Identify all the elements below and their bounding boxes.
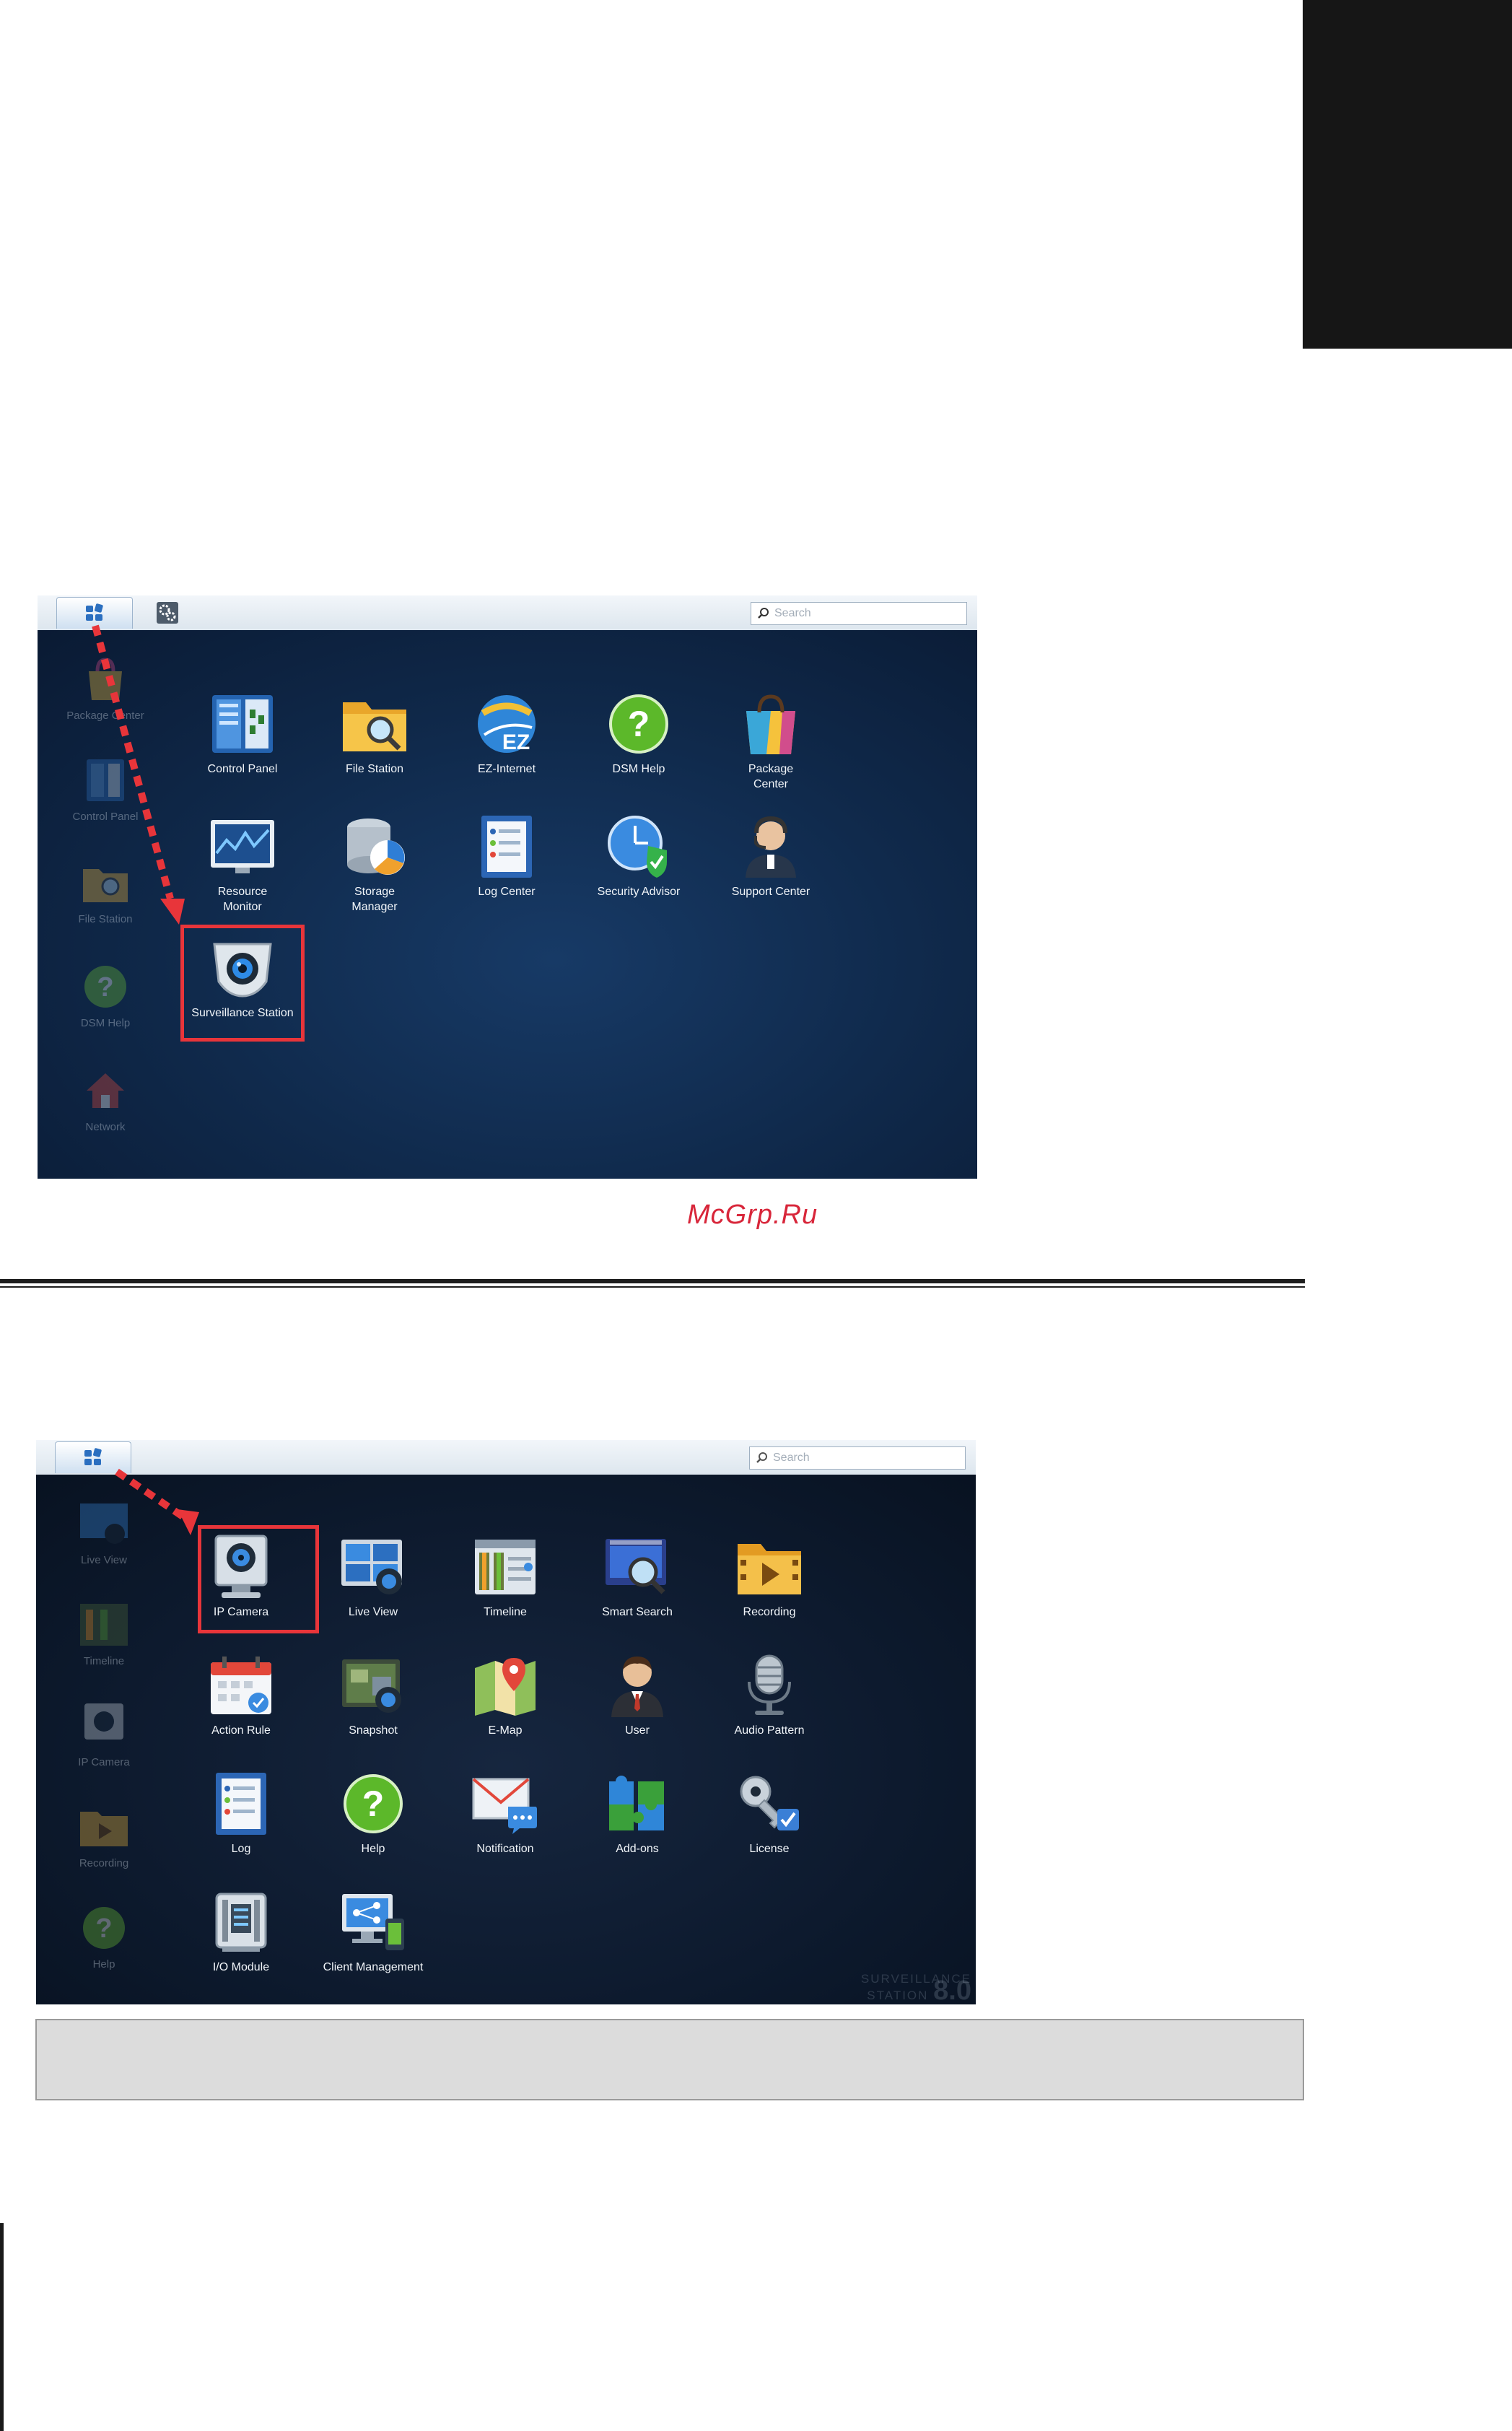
left-margin-rule	[0, 2223, 4, 2431]
section-divider-thin	[0, 1286, 1305, 1288]
surveillance-station-menu-screenshot: Search Live View Timeline IP Camera Reco…	[36, 1440, 976, 2004]
chapter-tab	[1303, 0, 1512, 349]
note-box	[35, 2019, 1304, 2100]
watermark: McGrp.Ru	[687, 1200, 818, 1230]
section-divider-thick	[0, 1279, 1305, 1283]
dsm-main-menu-screenshot: Search Package Center Control Panel File…	[38, 595, 977, 1179]
pointer-arrow	[92, 624, 185, 925]
pointer-arrow	[115, 1468, 199, 1535]
